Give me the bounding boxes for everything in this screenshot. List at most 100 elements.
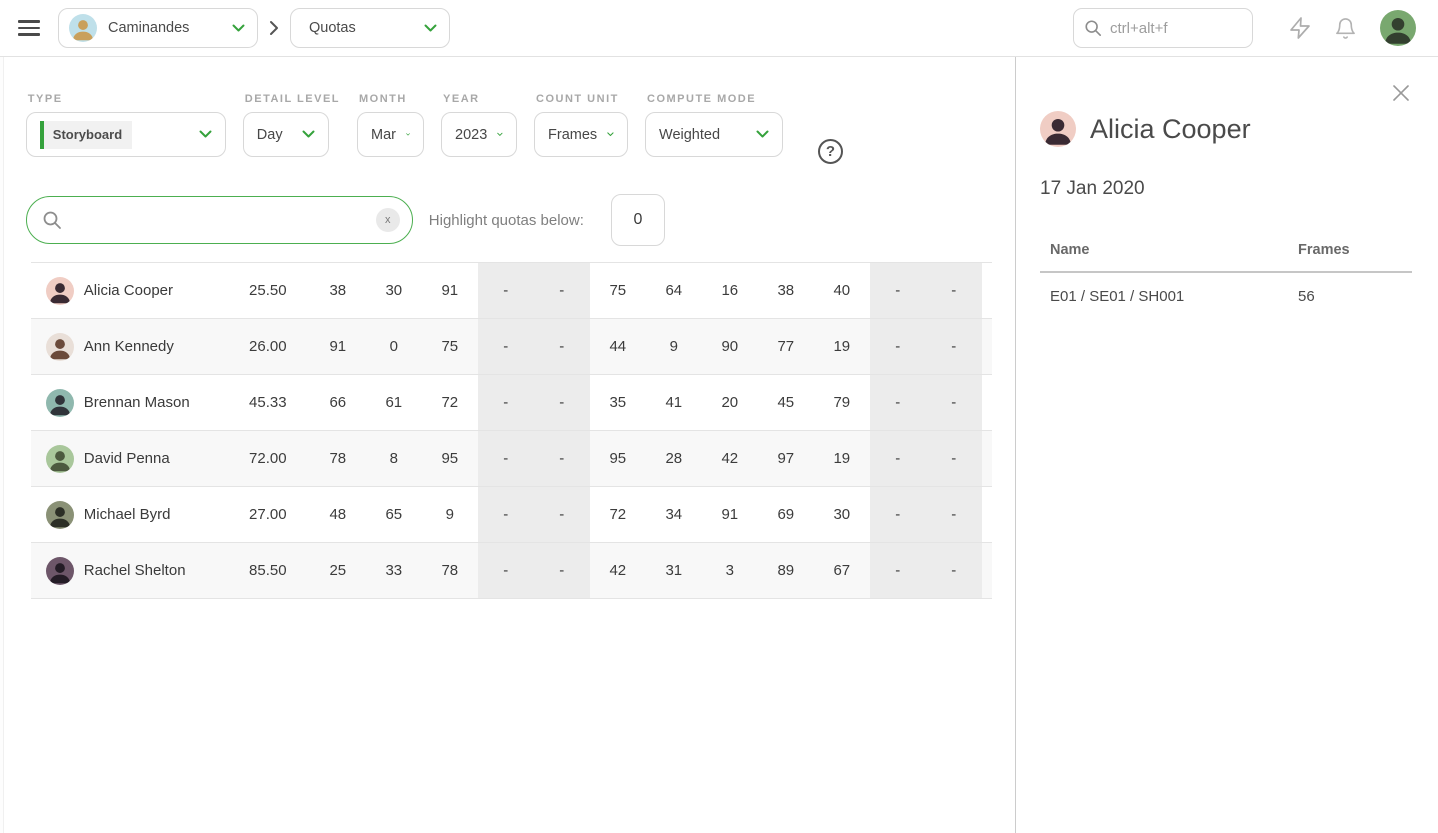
avatar	[46, 445, 74, 473]
day-quota-cell[interactable]: 9	[646, 319, 702, 374]
day-quota-cell[interactable]: 28	[646, 431, 702, 486]
day-quota-cell[interactable]: 20	[702, 375, 758, 430]
user-avatar[interactable]	[1380, 10, 1416, 46]
day-quota-cell[interactable]: 90	[702, 319, 758, 374]
day-quota-cell[interactable]: 91	[702, 487, 758, 542]
day-quota-cell[interactable]: 65	[366, 487, 422, 542]
day-quota-cell[interactable]: 75	[590, 263, 646, 318]
day-quota-cell[interactable]: -	[478, 431, 534, 486]
day-quota-cell[interactable]: 38	[758, 263, 814, 318]
day-quota-cell[interactable]: 33	[366, 543, 422, 598]
day-quota-cell[interactable]: 66	[310, 375, 366, 430]
day-quota-cell[interactable]: 25	[310, 543, 366, 598]
day-quota-cell[interactable]: 89	[758, 543, 814, 598]
person-cell[interactable]: Rachel Shelton	[31, 543, 226, 598]
quota-search-input[interactable]	[72, 212, 376, 229]
day-quota-cell[interactable]: 40	[814, 263, 870, 318]
day-quota-cell[interactable]: 48	[310, 487, 366, 542]
day-quota-cell[interactable]: -	[926, 263, 982, 318]
day-quota-cell[interactable]: -	[870, 431, 926, 486]
day-quota-cell[interactable]: 19	[814, 319, 870, 374]
detail-level-select[interactable]: Day	[243, 112, 329, 157]
menu-icon[interactable]	[18, 20, 40, 36]
day-quota-cell[interactable]: 35	[590, 375, 646, 430]
person-cell[interactable]: Ann Kennedy	[31, 319, 226, 374]
shot-name[interactable]: E01 / SE01 / SH001	[1040, 288, 1298, 305]
day-quota-cell[interactable]: -	[478, 319, 534, 374]
day-quota-cell[interactable]: -	[534, 263, 590, 318]
notifications-button[interactable]	[1334, 17, 1357, 40]
day-quota-cell[interactable]: 9	[422, 487, 478, 542]
day-quota-cell[interactable]: 95	[590, 431, 646, 486]
day-quota-cell[interactable]: 8	[366, 431, 422, 486]
day-quota-cell[interactable]: 72	[422, 375, 478, 430]
day-quota-cell[interactable]: 0	[366, 319, 422, 374]
project-selector[interactable]: Caminandes	[58, 8, 258, 48]
day-quota-cell[interactable]: 38	[310, 263, 366, 318]
compute-mode-select[interactable]: Weighted	[645, 112, 783, 157]
day-quota-cell[interactable]: 91	[422, 263, 478, 318]
day-quota-cell[interactable]: -	[926, 375, 982, 430]
day-quota-cell	[982, 319, 992, 374]
day-quota-cell[interactable]: -	[870, 319, 926, 374]
day-quota-cell[interactable]: -	[534, 431, 590, 486]
day-quota-cell[interactable]: -	[478, 487, 534, 542]
day-quota-cell[interactable]: 72	[590, 487, 646, 542]
day-quota-cell[interactable]: -	[478, 543, 534, 598]
day-quota-cell[interactable]: -	[926, 431, 982, 486]
day-quota-cell[interactable]: 30	[366, 263, 422, 318]
day-quota-cell[interactable]: -	[534, 375, 590, 430]
clear-search-button[interactable]: x	[376, 208, 400, 232]
day-quota-cell[interactable]: 3	[702, 543, 758, 598]
day-quota-cell[interactable]: -	[478, 263, 534, 318]
person-cell[interactable]: Brennan Mason	[31, 375, 226, 430]
day-quota-cell[interactable]: -	[534, 319, 590, 374]
section-selector[interactable]: Quotas	[290, 8, 450, 48]
day-quota-cell[interactable]: -	[870, 487, 926, 542]
day-quota-cell[interactable]: 61	[366, 375, 422, 430]
person-cell[interactable]: Alicia Cooper	[31, 263, 226, 318]
day-quota-cell[interactable]: -	[926, 487, 982, 542]
day-quota-cell[interactable]: 34	[646, 487, 702, 542]
day-quota-cell[interactable]: 77	[758, 319, 814, 374]
panel-person-header: Alicia Cooper	[1040, 111, 1412, 147]
close-panel-button[interactable]	[1390, 83, 1412, 105]
day-quota-cell[interactable]: 75	[422, 319, 478, 374]
day-quota-cell[interactable]: 67	[814, 543, 870, 598]
day-quota-cell[interactable]: 78	[310, 431, 366, 486]
day-quota-cell[interactable]: 45	[758, 375, 814, 430]
day-quota-cell[interactable]: 41	[646, 375, 702, 430]
day-quota-cell[interactable]: -	[926, 543, 982, 598]
day-quota-cell[interactable]: 95	[422, 431, 478, 486]
global-search-input[interactable]	[1110, 20, 1230, 37]
day-quota-cell[interactable]: -	[534, 543, 590, 598]
day-quota-cell[interactable]: 30	[814, 487, 870, 542]
type-filter-select[interactable]: Storyboard	[26, 112, 226, 157]
quick-actions-button[interactable]	[1288, 16, 1312, 40]
day-quota-cell[interactable]: -	[926, 319, 982, 374]
highlight-threshold-input[interactable]	[611, 194, 665, 246]
day-quota-cell[interactable]: 64	[646, 263, 702, 318]
day-quota-cell[interactable]: -	[478, 375, 534, 430]
day-quota-cell[interactable]: -	[534, 487, 590, 542]
day-quota-cell[interactable]: 19	[814, 431, 870, 486]
day-quota-cell[interactable]: 91	[310, 319, 366, 374]
day-quota-cell[interactable]: 79	[814, 375, 870, 430]
day-quota-cell[interactable]: -	[870, 543, 926, 598]
day-quota-cell[interactable]: 44	[590, 319, 646, 374]
person-cell[interactable]: Michael Byrd	[31, 487, 226, 542]
help-icon[interactable]: ?	[818, 139, 843, 164]
day-quota-cell[interactable]: 31	[646, 543, 702, 598]
day-quota-cell[interactable]: 69	[758, 487, 814, 542]
year-select[interactable]: 2023	[441, 112, 517, 157]
person-cell[interactable]: David Penna	[31, 431, 226, 486]
day-quota-cell[interactable]: 97	[758, 431, 814, 486]
count-unit-select[interactable]: Frames	[534, 112, 628, 157]
day-quota-cell[interactable]: 42	[702, 431, 758, 486]
day-quota-cell[interactable]: 16	[702, 263, 758, 318]
day-quota-cell[interactable]: -	[870, 263, 926, 318]
day-quota-cell[interactable]: 78	[422, 543, 478, 598]
month-select[interactable]: Mar	[357, 112, 424, 157]
day-quota-cell[interactable]: 42	[590, 543, 646, 598]
day-quota-cell[interactable]: -	[870, 375, 926, 430]
